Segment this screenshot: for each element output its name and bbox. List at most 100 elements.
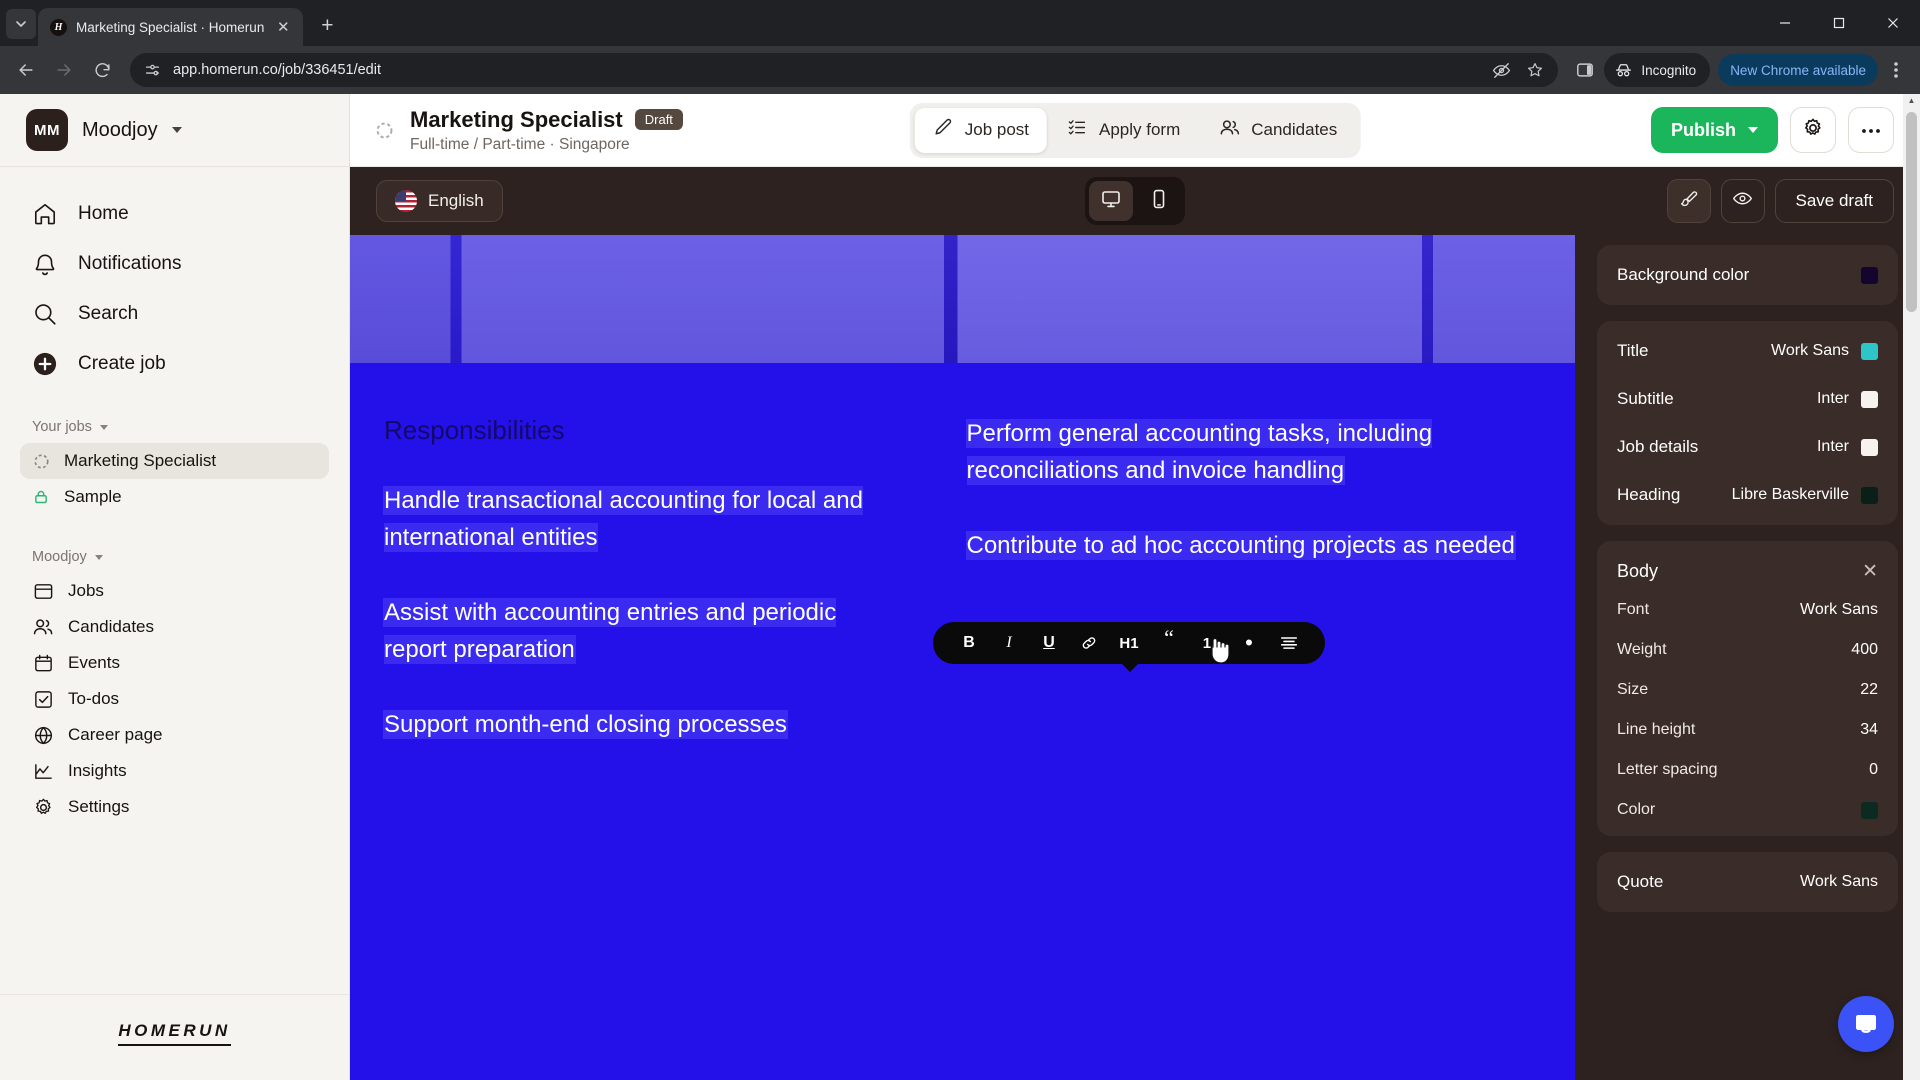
job-details-color-swatch[interactable] [1861,438,1878,456]
maximize-button[interactable] [1812,0,1866,46]
language-selector[interactable]: English [376,180,503,222]
org-switcher[interactable]: MM Moodjoy [0,94,349,167]
forward-button[interactable] [46,52,82,88]
underline-button[interactable]: U [1029,622,1069,664]
intercom-chat-button[interactable] [1838,996,1894,1052]
scroll-up-arrow-icon[interactable]: ▲ [1903,96,1920,105]
align-icon[interactable] [1269,622,1309,664]
close-tab-icon[interactable]: ✕ [273,17,293,37]
section-heading[interactable]: Responsibilities [384,415,903,446]
sidebar-item-create-job[interactable]: Create job [20,339,329,389]
sidebar-item-marketing-specialist[interactable]: Marketing Specialist [20,443,329,479]
job-header: Marketing Specialist Draft Full-time / P… [350,94,1920,167]
style-editor-button[interactable] [1666,179,1711,223]
tab-apply-form[interactable]: Apply form [1049,108,1198,153]
hidden-eye-icon[interactable] [1486,55,1516,85]
sidebar-item-jobs[interactable]: Jobs [20,573,329,609]
sidebar-item-todos[interactable]: To-dos [20,681,329,717]
body-size-row[interactable]: Size 22 [1597,670,1898,710]
new-tab-button[interactable]: + [311,10,343,42]
sidebar-item-home[interactable]: Home [20,189,329,239]
reload-button[interactable] [84,52,120,88]
tab-search-button[interactable] [6,9,36,39]
incognito-indicator[interactable]: Incognito [1604,53,1711,87]
workspace-header[interactable]: Moodjoy [20,545,329,573]
kebab-menu-icon[interactable] [1880,53,1912,87]
responsibility-paragraph[interactable]: Handle transactional accounting for loca… [384,482,903,556]
close-icon[interactable]: ✕ [1862,562,1878,581]
body-weight-row[interactable]: Weight 400 [1597,630,1898,670]
title-color-swatch[interactable] [1861,342,1878,360]
close-window-button[interactable] [1866,0,1920,46]
job-details-font-row[interactable]: Job details Inter [1597,423,1898,471]
sidebar-item-label: Candidates [68,617,155,636]
sidebar-item-search[interactable]: Search [20,289,329,339]
page-scrollbar[interactable]: ▲ [1903,94,1920,1080]
body-font-row[interactable]: Font Work Sans [1597,590,1898,630]
device-preview-toggle [1085,177,1185,225]
ordered-list-button[interactable]: 1. [1189,622,1229,664]
tab-job-post[interactable]: Job post [914,107,1047,153]
bullet-list-button[interactable]: • [1229,622,1269,664]
board-icon [32,580,54,602]
scrollbar-thumb[interactable] [1906,112,1917,312]
body-color-swatch[interactable] [1861,801,1878,819]
globe-icon [32,724,54,746]
background-color-row[interactable]: Background color [1597,251,1898,299]
responsibility-paragraph[interactable]: Support month-end closing processes [384,706,903,743]
quote-label: Quote [1617,872,1664,891]
responsibility-paragraph[interactable]: Contribute to ad hoc accounting projects… [966,527,1522,564]
hero-image[interactable] [350,235,1575,363]
back-button[interactable] [8,52,44,88]
quote-button[interactable]: “ [1149,622,1189,664]
mobile-view-button[interactable] [1137,181,1181,221]
body-line-height-row[interactable]: Line height 34 [1597,710,1898,750]
body-letter-spacing-row[interactable]: Letter spacing 0 [1597,750,1898,790]
background-color-swatch[interactable] [1861,266,1878,284]
link-icon[interactable] [1069,622,1109,664]
heading-1-button[interactable]: H1 [1109,622,1149,664]
italic-button[interactable]: I [989,622,1029,664]
sidebar-item-events[interactable]: Events [20,645,329,681]
bookmark-star-icon[interactable] [1520,55,1550,85]
bold-button[interactable]: B [949,622,989,664]
your-jobs-header[interactable]: Your jobs [20,415,329,443]
sidebar-item-notifications[interactable]: Notifications [20,239,329,289]
subtitle-font-row[interactable]: Subtitle Inter [1597,375,1898,423]
chrome-update-button[interactable]: New Chrome available [1718,54,1878,86]
browser-window: H Marketing Specialist · Homerun ✕ + app… [0,0,1920,1080]
more-options-button[interactable] [1848,107,1894,153]
sidebar-item-candidates[interactable]: Candidates [20,609,329,645]
body-line-height-value: 34 [1860,721,1878,738]
sidebar-item-insights[interactable]: Insights [20,753,329,789]
sidebar-item-settings[interactable]: Settings [20,789,329,825]
subtitle-color-swatch[interactable] [1861,390,1878,408]
address-bar[interactable]: app.homerun.co/job/336451/edit [130,53,1559,87]
gear-icon [32,796,54,818]
minimize-button[interactable] [1758,0,1812,46]
heading-font-row[interactable]: Heading Libre Baskerville [1597,471,1898,519]
eye-icon [1732,188,1753,214]
org-name: Moodjoy [82,118,158,141]
sidebar-item-career-page[interactable]: Career page [20,717,329,753]
preview-button[interactable] [1720,179,1765,223]
title-font-row[interactable]: Title Work Sans [1597,327,1898,375]
responsibility-paragraph[interactable]: Perform general accounting tasks, includ… [966,415,1522,489]
page-settings-icon[interactable] [144,62,161,79]
job-settings-button[interactable] [1790,107,1836,153]
pencil-icon [933,117,954,143]
language-label: English [428,191,484,210]
job-post-canvas[interactable]: Responsibilities Handle transactional ac… [350,235,1575,1080]
save-draft-button[interactable]: Save draft [1774,179,1894,223]
tab-candidates[interactable]: Candidates [1200,108,1355,153]
heading-color-swatch[interactable] [1861,486,1878,504]
browser-tab[interactable]: H Marketing Specialist · Homerun ✕ [38,8,304,46]
side-panel-icon[interactable] [1568,53,1602,87]
desktop-view-button[interactable] [1089,181,1133,221]
quote-font-row[interactable]: Quote Work Sans [1597,858,1898,906]
body-title: Body [1617,561,1659,581]
body-color-row[interactable]: Color [1597,790,1898,830]
publish-button[interactable]: Publish [1650,107,1778,153]
responsibility-paragraph[interactable]: Assist with accounting entries and perio… [384,594,903,668]
sidebar-item-sample[interactable]: Sample [20,479,329,515]
